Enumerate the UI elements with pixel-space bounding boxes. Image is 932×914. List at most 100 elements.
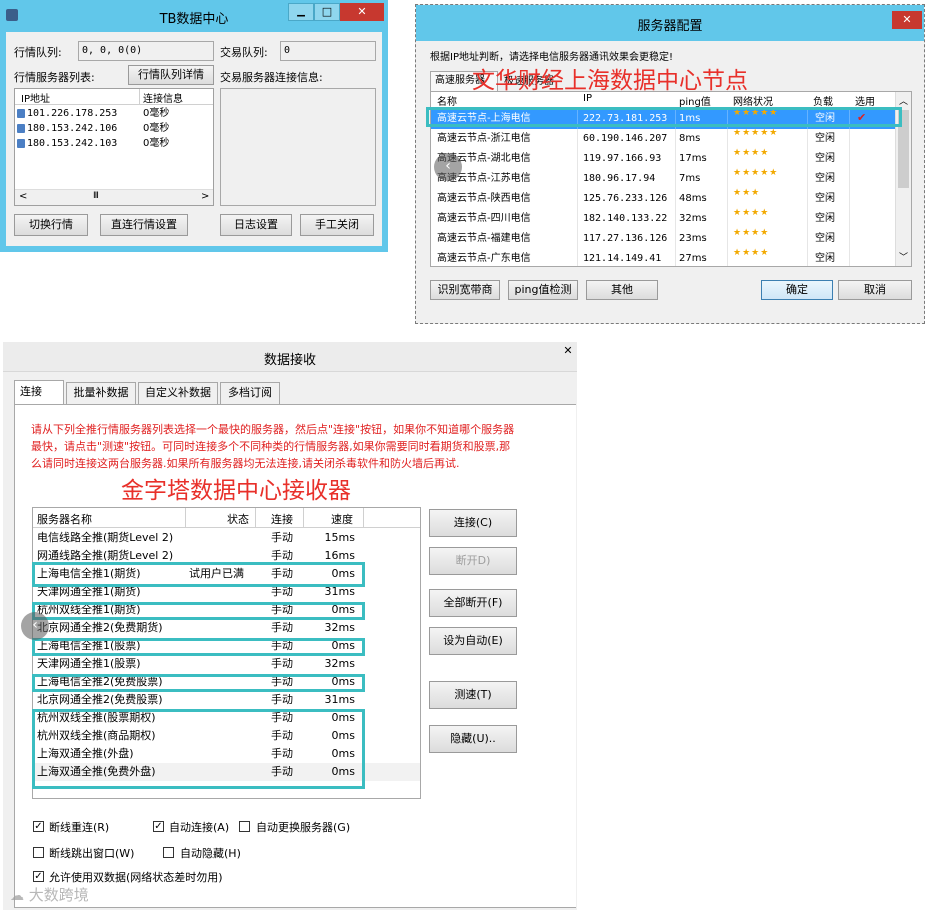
server-config-close-button[interactable]: ✕ (892, 11, 922, 29)
highlight-box (32, 674, 365, 692)
ok-button[interactable]: 确定 (761, 280, 833, 300)
col-server-name-header[interactable]: 服务器名称 (37, 511, 92, 527)
list-header: IP地址 连接信息 (15, 89, 213, 105)
row-ip: 119.97.166.93 (583, 153, 662, 164)
row-load: 空闲 (815, 153, 835, 164)
switch-market-button[interactable]: 切换行情 (14, 214, 88, 236)
table-row[interactable]: 高速云节点-广东电信 121.14.149.41 27ms 空闲 ★★★★ (431, 248, 895, 266)
row-server-name: 电信线路全推(期货Level 2) (37, 531, 174, 544)
col-conn-header[interactable]: 连接信息 (143, 90, 183, 105)
tab-multi-level[interactable]: 多档订阅 (220, 382, 280, 404)
table-row[interactable]: 高速云节点-浙江电信 60.190.146.207 8ms 空闲 ★★★★★ (431, 128, 895, 149)
data-receive-close-button[interactable]: ✕ (559, 344, 577, 358)
tab-batch-fill[interactable]: 批量补数据 (66, 382, 136, 404)
row-network-stars: ★★★★ (733, 248, 770, 258)
nav-left-icon[interactable]: ‹ (434, 153, 462, 181)
cell-divider (849, 229, 850, 249)
table-row[interactable]: 北京网通全推2(免费期货) 手动 32ms (33, 619, 420, 637)
auto-connect-checkbox[interactable]: ✓ (153, 821, 164, 832)
col-divider (303, 508, 304, 528)
connect-button[interactable]: 连接(C) (429, 509, 517, 537)
row-load: 空闲 (815, 253, 835, 264)
auto-switch-label: 自动更换服务器(G) (256, 821, 351, 834)
maximize-button[interactable]: □ (314, 3, 340, 21)
scroll-up-arrow[interactable]: ︿ (899, 94, 908, 107)
col-status-header[interactable]: 状态 (227, 511, 249, 527)
table-row[interactable]: 电信线路全推(期货Level 2) 手动 15ms (33, 529, 420, 547)
row-speed: 15ms (324, 531, 355, 544)
table-row[interactable]: 高速云节点-四川电信 182.140.133.22 32ms 空闲 ★★★★ (431, 208, 895, 229)
market-server-list[interactable]: IP地址 连接信息 101.226.178.253 0毫秒 180.153.242.… (14, 88, 214, 206)
data-receive-window: 数据接收 ✕ 连接 批量补数据 自定义补数据 多档订阅 请从下列全推行情服务器列… (3, 342, 577, 910)
scroll-right-arrow[interactable]: > (201, 191, 209, 202)
col-load-header[interactable]: 负载 (813, 93, 833, 108)
col-ip-header[interactable]: IP (583, 93, 592, 104)
reconnect-checkbox[interactable]: ✓ (33, 821, 44, 832)
disconnect-button[interactable]: 断开D) (429, 547, 517, 575)
watermark-logo-icon: ☁ (10, 888, 24, 904)
table-row[interactable]: 180.153.242.103 0毫秒 (15, 136, 213, 151)
minimize-button[interactable]: ▁ (288, 3, 314, 21)
ping-test-button[interactable]: ping值检测 (508, 280, 578, 300)
table-row[interactable]: 101.226.178.253 0毫秒 (15, 106, 213, 121)
cell-divider (675, 169, 676, 189)
auto-hide-label: 自动隐藏(H) (180, 847, 241, 860)
row-name: 高速云节点-福建电信 (437, 233, 531, 244)
tab-custom-fill[interactable]: 自定义补数据 (138, 382, 218, 404)
identify-isp-button[interactable]: 识别宽带商 (430, 280, 500, 300)
table-row[interactable]: 高速云节点-陕西电信 125.76.233.126 48ms 空闲 ★★★ (431, 188, 895, 209)
table-row[interactable]: 北京网通全推2(免费股票) 手动 31ms (33, 691, 420, 709)
row-speed: 32ms (324, 621, 355, 634)
disconnect-all-button[interactable]: 全部断开(F) (429, 589, 517, 617)
nav-left-icon[interactable]: ‹ (21, 612, 49, 640)
col-connect-header[interactable]: 连接 (271, 511, 293, 527)
hide-button[interactable]: 隐藏(U).. (429, 725, 517, 753)
table-row[interactable]: 180.153.242.106 0毫秒 (15, 121, 213, 136)
row-server-name: 北京网通全推2(免费股票) (37, 693, 163, 706)
cell-divider (577, 169, 578, 189)
col-name-header[interactable]: 名称 (437, 93, 457, 108)
col-ping-header[interactable]: ping值 (679, 93, 711, 108)
dual-data-checkbox[interactable]: ✓ (33, 871, 44, 882)
auto-switch-checkbox[interactable] (239, 821, 250, 832)
auto-hide-checkbox[interactable] (163, 847, 174, 858)
close-button[interactable]: ✕ (340, 3, 384, 21)
cell-divider (727, 149, 728, 169)
scroll-thumb[interactable]: III (93, 191, 99, 201)
speedtest-button[interactable]: 测速(T) (429, 681, 517, 709)
row-speed: 31ms (324, 693, 355, 706)
col-ip-header[interactable]: IP地址 (21, 90, 50, 105)
manual-close-button[interactable]: 手工关闭 (300, 214, 374, 236)
col-speed-header[interactable]: 速度 (331, 511, 353, 527)
table-row[interactable]: 高速云节点-湖北电信 119.97.166.93 17ms 空闲 ★★★★ (431, 148, 895, 169)
trade-conn-box (220, 88, 376, 206)
table-row[interactable]: 天津网通全推1(股票) 手动 32ms (33, 655, 420, 673)
set-auto-button[interactable]: 设为自动(E) (429, 627, 517, 655)
instructions-text: 请从下列全推行情服务器列表选择一个最快的服务器，然后点"连接"按钮，如果你不知道… (31, 423, 515, 470)
queue-detail-button[interactable]: 行情队列详情 (128, 65, 214, 85)
selected-row-highlight (426, 107, 902, 127)
server-config-title: 服务器配置 (637, 19, 703, 34)
row-network-stars: ★★★★ (733, 208, 770, 218)
scroll-down-arrow[interactable]: ﹀ (899, 250, 908, 263)
row-speed: 32ms (324, 657, 355, 670)
tab-connect[interactable]: 连接 (14, 380, 64, 404)
col-select-header[interactable]: 选用 (855, 93, 875, 108)
row-ip: 60.190.146.207 (583, 133, 668, 144)
watermark-text: 大数跨境 (28, 886, 89, 904)
cell-divider (807, 209, 808, 229)
table-row[interactable]: 高速云节点-江苏电信 180.96.17.94 7ms 空闲 ★★★★★ (431, 168, 895, 189)
log-settings-button[interactable]: 日志设置 (220, 214, 292, 236)
direct-market-settings-button[interactable]: 直连行情设置 (100, 214, 188, 236)
cancel-button[interactable]: 取消 (838, 280, 912, 300)
horizontal-scrollbar[interactable]: < III > (15, 189, 213, 205)
other-button[interactable]: 其他 (586, 280, 658, 300)
highlight-box (32, 638, 365, 656)
table-row[interactable]: 高速云节点-福建电信 117.27.136.126 23ms 空闲 ★★★★ (431, 228, 895, 249)
row-ip: 180.153.242.103 (27, 138, 118, 149)
cell-divider (675, 149, 676, 169)
popup-on-disconnect-checkbox[interactable] (33, 847, 44, 858)
scroll-left-arrow[interactable]: < (19, 191, 27, 202)
row-load: 空闲 (815, 133, 835, 144)
col-divider (139, 89, 140, 105)
